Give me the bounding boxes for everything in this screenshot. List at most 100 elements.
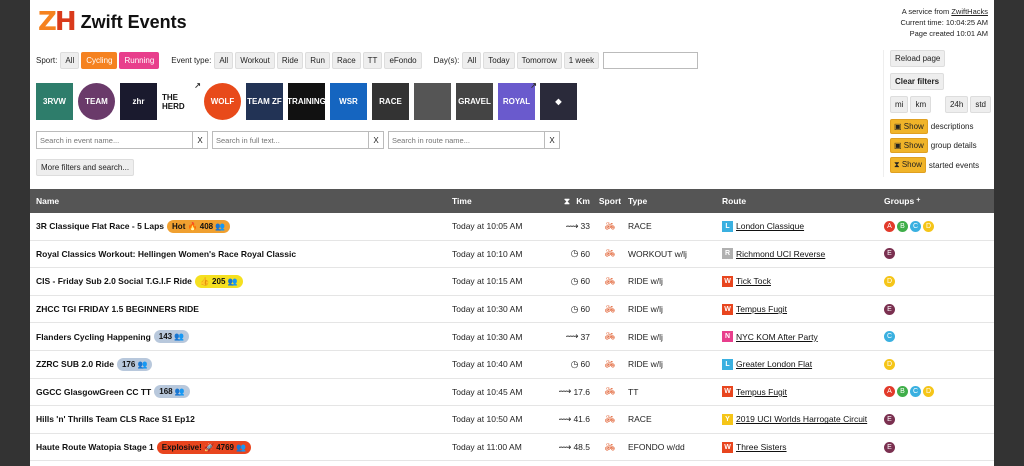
event-name-cell[interactable]: Flanders Cycling Happening 143 👥 [30, 330, 452, 344]
event-name-cell[interactable]: CIS - Friday Sub 2.0 Social T.G.I.F Ride… [30, 274, 452, 288]
col-type[interactable]: Type [626, 196, 722, 206]
group-badge[interactable]: E [884, 413, 895, 425]
full-text-search-input[interactable] [213, 132, 368, 148]
show-group-details-button[interactable]: ▣ Show [890, 138, 928, 153]
table-row[interactable]: Flanders Cycling Happening 143 👥 Today at … [30, 323, 994, 351]
days-today-button[interactable]: Today [483, 52, 515, 69]
more-filters-button[interactable]: More filters and search... [36, 159, 135, 176]
distance-icon: ◷ [570, 275, 579, 286]
clear-event-search-button[interactable]: X [192, 132, 207, 148]
group-badge[interactable]: A [884, 386, 895, 398]
team-logo-2[interactable]: TEAM [78, 83, 115, 120]
show-started-events-button[interactable]: ⧗ Show [890, 157, 926, 173]
event-name-cell[interactable]: Hills 'n' Thrills Team CLS Race S1 Ep12 [30, 414, 452, 424]
route-link[interactable]: London Classique [736, 221, 804, 231]
route-link[interactable]: NYC KOM After Party [736, 332, 818, 342]
groups-plus: + [916, 196, 921, 204]
team-zf-logo[interactable]: TEAM ZF [246, 83, 283, 120]
table-row[interactable]: CIS - Friday Sub 2.0 Social T.G.I.F Ride… [30, 268, 994, 296]
type-tt-button[interactable]: TT [362, 52, 383, 69]
days-all-button[interactable]: All [462, 52, 482, 69]
wsr-logo[interactable]: WSR [330, 83, 367, 120]
type-run-button[interactable]: Run [305, 52, 330, 69]
zwifthacks-link[interactable]: ZwiftHacks [951, 7, 988, 16]
col-name[interactable]: Name [30, 196, 452, 206]
col-km[interactable]: ⧗ Km [558, 196, 594, 207]
table-row[interactable]: Royal Classics Workout: Hellingen Women'… [30, 241, 994, 269]
3r-logo[interactable]: 3RVW [36, 83, 73, 120]
route-link[interactable]: Tempus Fugit [736, 387, 787, 397]
route-link[interactable]: 2019 UCI Worlds Harrogate Circuit [736, 414, 867, 424]
type-ride-button[interactable]: Ride [276, 52, 304, 69]
group-badge[interactable]: D [884, 275, 895, 287]
show-descriptions-button[interactable]: ▣ Show [890, 119, 928, 134]
table-row[interactable]: Hills 'n' Thrills Team CLS Race S1 Ep12 T… [30, 406, 994, 434]
route-link[interactable]: Tick Tock [736, 276, 771, 286]
diamond-logo[interactable]: ◆ [540, 83, 577, 120]
wolf-logo[interactable]: WOLF [204, 83, 241, 120]
table-row[interactable]: GGCC GlasgowGreen CC TT 168 👥 Today at 10:… [30, 379, 994, 407]
group-badge[interactable]: C [910, 220, 921, 232]
royal-logo[interactable]: ROYAL ↗ [498, 81, 537, 120]
col-route[interactable]: Route [722, 196, 884, 206]
event-name-cell[interactable]: ZHCC TGI FRIDAY 1.5 BEGINNERS RIDE [30, 304, 452, 314]
cyclist-photo-logo[interactable] [414, 83, 451, 120]
group-badge[interactable]: D [923, 220, 934, 232]
days-1week-button[interactable]: 1 week [563, 52, 600, 69]
clear-filters-button[interactable]: Clear filters [890, 73, 945, 90]
group-badge[interactable]: C [884, 331, 895, 343]
date-input[interactable] [603, 52, 699, 69]
route-cell: R Richmond UCI Reverse [722, 248, 884, 260]
route-link[interactable]: Three Sisters [736, 442, 787, 452]
24h-button[interactable]: 24h [944, 96, 969, 113]
zhr-logo[interactable]: zhr [120, 83, 157, 120]
miles-button[interactable]: mi [890, 96, 909, 113]
clear-route-search-button[interactable]: X [544, 132, 559, 148]
group-badge[interactable]: A [884, 220, 895, 232]
days-tomorrow-button[interactable]: Tomorrow [516, 52, 562, 69]
event-name-cell[interactable]: 3R Classique Flat Race - 5 Laps Hot 🔥 408… [30, 219, 452, 233]
group-badge[interactable]: E [884, 248, 895, 260]
type-all-button[interactable]: All [214, 52, 234, 69]
sport-all-button[interactable]: All [60, 52, 80, 69]
the-herd-logo[interactable]: THE HERD ↗ [162, 81, 201, 120]
sport-cycling-button[interactable]: Cycling [81, 52, 118, 69]
sport-running-button[interactable]: Running [119, 52, 160, 69]
type-efondo-button[interactable]: eFondo [384, 52, 422, 69]
event-name-cell[interactable]: GGCC GlasgowGreen CC TT 168 👥 [30, 385, 452, 399]
gravel-logo[interactable]: GRAVEL [456, 83, 493, 120]
col-groups[interactable]: Groups + [884, 196, 994, 206]
route-link[interactable]: Tempus Fugit [736, 304, 787, 314]
type-race-button[interactable]: Race [331, 52, 361, 69]
group-badge[interactable]: D [884, 358, 895, 370]
reload-page-button[interactable]: Reload page [890, 50, 946, 67]
event-name-cell[interactable]: ZZRC SUB 2.0 Ride 176 👥 [30, 357, 452, 371]
group-badge[interactable]: B [897, 220, 908, 232]
clear-full-search-button[interactable]: X [368, 132, 383, 148]
zwift-events-logo[interactable]: ZH Zwift Events [38, 9, 187, 35]
col-time[interactable]: Time [452, 196, 558, 206]
km-button[interactable]: km [910, 96, 932, 113]
std-time-button[interactable]: std [970, 96, 991, 113]
group-badge[interactable]: E [884, 441, 895, 453]
table-row[interactable]: Haute Route Watopia Stage 1 Explosive! 🚀 … [30, 434, 994, 462]
group-badge[interactable]: D [923, 386, 934, 398]
popularity-badge: 143 👥 [153, 330, 190, 344]
table-row[interactable]: ZZRC SUB 2.0 Ride 176 👥 Today at 10:40 AM ◷… [30, 351, 994, 379]
group-badge[interactable]: E [884, 303, 895, 315]
type-workout-button[interactable]: Workout [235, 52, 275, 69]
distance-icon: ◷ [570, 303, 579, 314]
group-badge[interactable]: C [910, 386, 921, 398]
race-logo[interactable]: RACE [372, 83, 409, 120]
route-link[interactable]: Greater London Flat [736, 359, 812, 369]
event-name-search-input[interactable] [37, 132, 192, 148]
event-name-cell[interactable]: Royal Classics Workout: Hellingen Women'… [30, 249, 452, 259]
route-link[interactable]: Richmond UCI Reverse [736, 249, 825, 259]
group-badge[interactable]: B [897, 386, 908, 398]
route-name-search-input[interactable] [389, 132, 544, 148]
table-row[interactable]: 3R Classique Flat Race - 5 Laps Hot 🔥 408… [30, 213, 994, 241]
event-name-cell[interactable]: Haute Route Watopia Stage 1 Explosive! 🚀 … [30, 440, 452, 454]
table-row[interactable]: ZHCC TGI FRIDAY 1.5 BEGINNERS RIDE Today … [30, 296, 994, 324]
col-sport[interactable]: Sport [594, 196, 626, 206]
dark-logo[interactable]: TRAINING [287, 83, 326, 120]
